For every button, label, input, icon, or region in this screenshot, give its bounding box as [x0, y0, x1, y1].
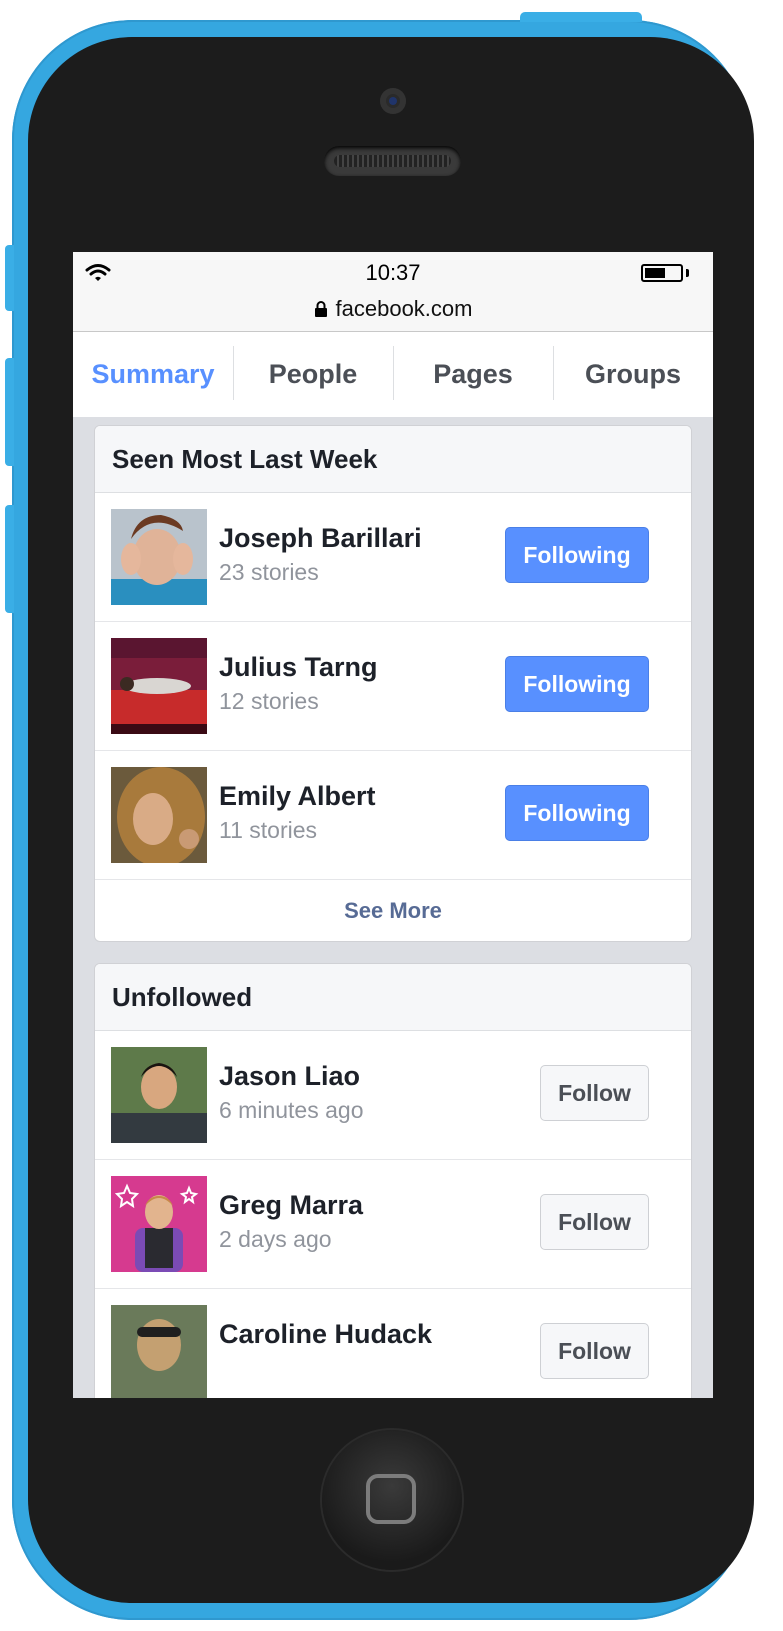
card-title: Seen Most Last Week	[95, 426, 691, 493]
seen-most-card: Seen Most Last Week Joseph Barillari 23 …	[94, 425, 692, 942]
status-time: 10:37	[365, 260, 421, 285]
following-button[interactable]: Following	[505, 527, 649, 583]
volume-up-button	[5, 358, 14, 466]
lock-icon	[314, 301, 327, 317]
follow-button[interactable]: Follow	[540, 1065, 649, 1121]
person-name[interactable]: Joseph Barillari	[219, 523, 422, 554]
volume-down-button	[5, 505, 14, 613]
story-count: 12 stories	[219, 688, 319, 714]
person-name[interactable]: Julius Tarng	[219, 652, 378, 683]
person-name[interactable]: Caroline Hudack	[219, 1319, 432, 1350]
unfollow-time: 6 minutes ago	[219, 1097, 364, 1123]
list-item[interactable]: Emily Albert 11 stories Following	[95, 751, 691, 880]
tab-pages[interactable]: Pages	[393, 332, 553, 417]
story-count: 11 stories	[219, 817, 318, 843]
screen: 10:37 facebook.com Summary People Pages …	[73, 252, 713, 1398]
avatar[interactable]	[111, 1047, 207, 1143]
avatar[interactable]	[111, 509, 207, 605]
person-name[interactable]: Jason Liao	[219, 1061, 360, 1092]
sleep-button	[520, 12, 642, 22]
person-name[interactable]: Greg Marra	[219, 1190, 363, 1221]
unfollowed-card: Unfollowed Jason Liao 6 minutes ago Foll…	[94, 963, 692, 1398]
mute-switch	[5, 245, 14, 311]
battery-tip	[686, 269, 689, 277]
tab-bar: Summary People Pages Groups	[73, 332, 713, 417]
following-button[interactable]: Following	[505, 656, 649, 712]
url-text: facebook.com	[335, 296, 473, 321]
list-item[interactable]: Joseph Barillari 23 stories Following	[95, 493, 691, 622]
status-bar: 10:37 facebook.com	[73, 252, 713, 332]
address-bar[interactable]: facebook.com	[73, 296, 713, 322]
home-square-icon	[366, 1474, 416, 1524]
list-item[interactable]: Jason Liao 6 minutes ago Follow	[95, 1031, 691, 1160]
follow-button[interactable]: Follow	[540, 1194, 649, 1250]
earpiece-speaker	[324, 146, 461, 176]
tab-people[interactable]: People	[233, 332, 393, 417]
list-item[interactable]: Caroline Hudack Follow	[95, 1289, 691, 1398]
story-count: 23 stories	[219, 559, 319, 585]
tab-summary[interactable]: Summary	[73, 332, 233, 417]
list-item[interactable]: Julius Tarng 12 stories Following	[95, 622, 691, 751]
see-more-link[interactable]: See More	[95, 880, 691, 941]
avatar[interactable]	[111, 1305, 207, 1398]
avatar[interactable]	[111, 638, 207, 734]
avatar[interactable]	[111, 1176, 207, 1272]
follow-button[interactable]: Follow	[540, 1323, 649, 1379]
avatar[interactable]	[111, 767, 207, 863]
front-camera	[380, 88, 406, 114]
battery-icon	[641, 264, 683, 282]
list-item[interactable]: Greg Marra 2 days ago Follow	[95, 1160, 691, 1289]
tab-groups[interactable]: Groups	[553, 332, 713, 417]
following-button[interactable]: Following	[505, 785, 649, 841]
home-button[interactable]	[322, 1430, 462, 1570]
card-title: Unfollowed	[95, 964, 691, 1031]
person-name[interactable]: Emily Albert	[219, 781, 376, 812]
unfollow-time: 2 days ago	[219, 1226, 332, 1252]
